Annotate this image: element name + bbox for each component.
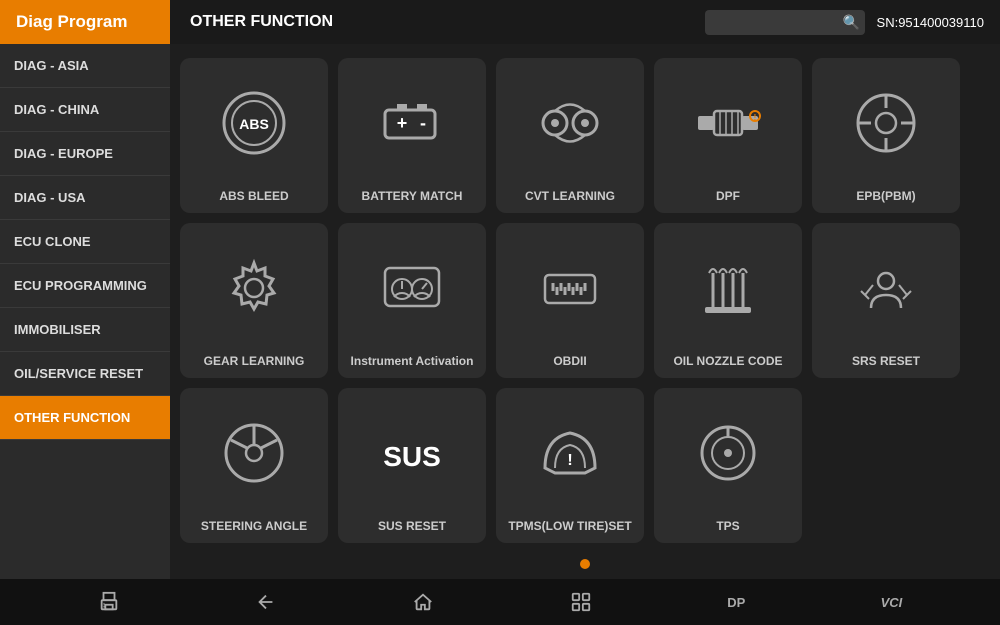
svg-text:!: ! (567, 452, 572, 469)
instrument-activation-icon-area (338, 223, 486, 354)
tile-dpf[interactable]: ! DPF (654, 58, 802, 213)
oil-nozzle-code-label: OIL NOZZLE CODE (669, 354, 786, 368)
abs-bleed-icon: ABS (219, 88, 289, 158)
sidebar-item-diag-usa[interactable]: DIAG - USA (0, 176, 170, 220)
svg-text:ABS: ABS (239, 116, 269, 132)
abs-bleed-label: ABS BLEED (215, 189, 292, 203)
tile-srs-reset[interactable]: SRS RESET (812, 223, 960, 378)
tile-tps[interactable]: TPS (654, 388, 802, 543)
sidebar-item-diag-china[interactable]: DIAG - CHINA (0, 88, 170, 132)
tps-label: TPS (712, 519, 743, 533)
instrument-activation-icon (377, 253, 447, 323)
tps-icon-area (654, 388, 802, 519)
search-icon: 🔍 (843, 14, 860, 31)
dpf-icon: ! (693, 88, 763, 158)
pagination (180, 553, 990, 571)
tile-row-3: STEERING ANGLE SUS SUS RESET ! (180, 388, 990, 543)
pagination-dot (580, 559, 590, 569)
sidebar: DIAG - ASIA DIAG - CHINA DIAG - EUROPE D… (0, 44, 170, 579)
srs-reset-icon (851, 253, 921, 323)
obdii-icon (535, 253, 605, 323)
tps-icon (693, 418, 763, 488)
sidebar-item-ecu-programming[interactable]: ECU PROGRAMMING (0, 264, 170, 308)
sidebar-item-other-function[interactable]: OTHER FUNCTION (0, 396, 170, 440)
sidebar-item-oil-service-reset[interactable]: OIL/SERVICE RESET (0, 352, 170, 396)
obdii-icon-area (496, 223, 644, 354)
sidebar-item-immobiliser[interactable]: IMMOBILISER (0, 308, 170, 352)
sidebar-item-ecu-clone[interactable]: ECU CLONE (0, 220, 170, 264)
srs-reset-icon-area (812, 223, 960, 354)
cvt-learning-icon-area (496, 58, 644, 189)
tile-epb-pbm[interactable]: EPB(PBM) (812, 58, 960, 213)
gear-learning-icon-area (180, 223, 328, 354)
tile-row-2: GEAR LEARNING Instrument Activation (180, 223, 990, 378)
dp-button[interactable]: DP (727, 595, 745, 610)
bottom-bar: DP VCI (0, 579, 1000, 625)
section-title: OTHER FUNCTION (170, 13, 705, 31)
home-button[interactable] (412, 591, 434, 613)
app-title: Diag Program (16, 12, 127, 32)
steering-angle-icon-area (180, 388, 328, 519)
tpms-set-icon-area: ! (496, 388, 644, 519)
tile-steering-angle[interactable]: STEERING ANGLE (180, 388, 328, 543)
search-box[interactable]: 🔍 (705, 10, 865, 35)
battery-match-icon-area: + - (338, 58, 486, 189)
battery-match-label: BATTERY MATCH (358, 189, 467, 203)
gear-learning-label: GEAR LEARNING (200, 354, 309, 368)
svg-text:!: ! (754, 113, 757, 122)
tile-abs-bleed[interactable]: ABS ABS BLEED (180, 58, 328, 213)
epb-pbm-label: EPB(PBM) (852, 189, 919, 203)
search-input[interactable] (713, 15, 843, 30)
tile-oil-nozzle-code[interactable]: OIL NOZZLE CODE (654, 223, 802, 378)
dpf-label: DPF (712, 189, 744, 203)
steering-angle-icon (219, 418, 289, 488)
main-layout: DIAG - ASIA DIAG - CHINA DIAG - EUROPE D… (0, 44, 1000, 579)
instrument-activation-label: Instrument Activation (347, 354, 478, 368)
tile-row-1: ABS ABS BLEED + - BATTERY MATCH (180, 58, 990, 213)
tile-tpms-set[interactable]: ! TPMS(LOW TIRE)SET (496, 388, 644, 543)
svg-text:-: - (420, 113, 426, 133)
battery-match-icon: + - (377, 88, 447, 158)
dpf-icon-area: ! (654, 58, 802, 189)
svg-text:+: + (397, 113, 408, 133)
epb-pbm-icon-area (812, 58, 960, 189)
tile-instrument-activation[interactable]: Instrument Activation (338, 223, 486, 378)
tile-obdii[interactable]: OBDII (496, 223, 644, 378)
app-title-box: Diag Program (0, 0, 170, 44)
sus-reset-icon-area: SUS (338, 388, 486, 519)
gear-learning-icon (219, 253, 289, 323)
tpms-set-label: TPMS(LOW TIRE)SET (504, 519, 635, 533)
cvt-learning-label: CVT LEARNING (521, 189, 619, 203)
content-area: ABS ABS BLEED + - BATTERY MATCH (170, 44, 1000, 579)
sus-reset-label: SUS RESET (374, 519, 450, 533)
epb-pbm-icon (851, 88, 921, 158)
tile-sus-reset[interactable]: SUS SUS RESET (338, 388, 486, 543)
obdii-label: OBDII (549, 354, 590, 368)
tpms-set-icon: ! (535, 418, 605, 488)
recent-button[interactable] (570, 591, 592, 613)
sus-reset-icon: SUS (377, 418, 447, 488)
print-button[interactable] (98, 591, 120, 613)
oil-nozzle-code-icon-area (654, 223, 802, 354)
vci-button[interactable]: VCI (881, 595, 903, 610)
back-button[interactable] (255, 591, 277, 613)
tile-battery-match[interactable]: + - BATTERY MATCH (338, 58, 486, 213)
sidebar-item-diag-europe[interactable]: DIAG - EUROPE (0, 132, 170, 176)
sidebar-item-diag-asia[interactable]: DIAG - ASIA (0, 44, 170, 88)
steering-angle-label: STEERING ANGLE (197, 519, 311, 533)
oil-nozzle-code-icon (693, 253, 763, 323)
top-bar: Diag Program OTHER FUNCTION 🔍 SN:9514000… (0, 0, 1000, 44)
tile-gear-learning[interactable]: GEAR LEARNING (180, 223, 328, 378)
svg-text:SUS: SUS (383, 441, 441, 472)
abs-bleed-icon-area: ABS (180, 58, 328, 189)
srs-reset-label: SRS RESET (848, 354, 924, 368)
tile-cvt-learning[interactable]: CVT LEARNING (496, 58, 644, 213)
serial-number: SN:951400039110 (877, 15, 1000, 30)
cvt-learning-icon (535, 88, 605, 158)
